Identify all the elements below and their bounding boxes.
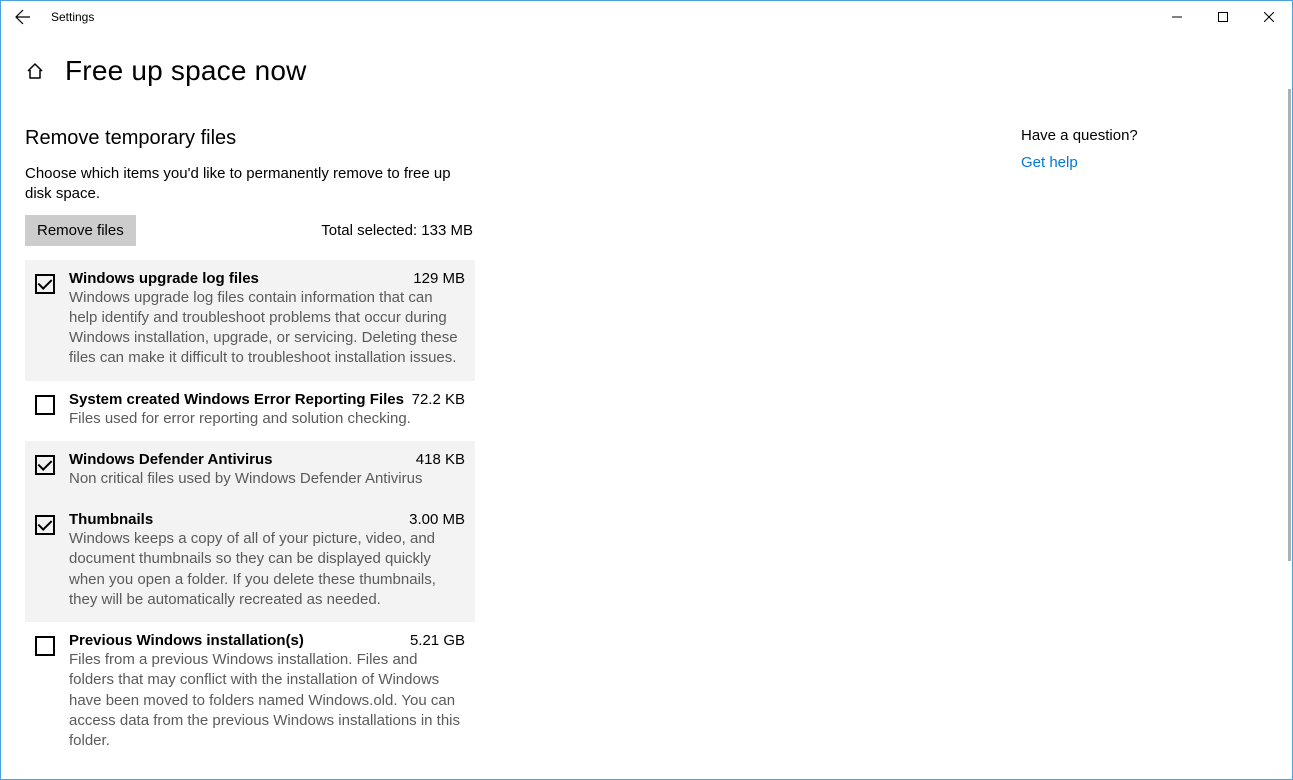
minimize-icon bbox=[1172, 12, 1182, 22]
item-size: 608 KB bbox=[416, 773, 465, 775]
item-title: Thumbnails bbox=[69, 511, 153, 528]
window-controls bbox=[1154, 1, 1292, 33]
help-sidebar: Have a question? Get help bbox=[689, 127, 1138, 775]
titlebar: Settings bbox=[1, 1, 1292, 33]
scrollbar-thumb[interactable] bbox=[1288, 89, 1291, 561]
home-icon bbox=[25, 61, 45, 81]
maximize-icon bbox=[1218, 12, 1228, 22]
item-size: 5.21 GB bbox=[410, 632, 465, 649]
file-item[interactable]: Windows Defender Antivirus 418 KBNon crit… bbox=[25, 441, 475, 501]
total-selected: Total selected: 133 MB bbox=[321, 222, 473, 239]
get-help-link[interactable]: Get help bbox=[1021, 154, 1138, 171]
item-checkbox[interactable] bbox=[35, 636, 55, 656]
item-description: Non critical files used by Windows Defen… bbox=[69, 469, 465, 489]
section-description: Choose which items you'd like to permane… bbox=[25, 164, 465, 205]
home-button[interactable] bbox=[23, 59, 47, 83]
item-size: 418 KB bbox=[416, 451, 465, 468]
item-description: Files used for error reporting and solut… bbox=[69, 409, 465, 429]
item-title: System created Windows Error Reporting F… bbox=[69, 391, 404, 408]
close-button[interactable] bbox=[1246, 1, 1292, 33]
close-icon bbox=[1264, 12, 1274, 22]
item-size: 129 MB bbox=[413, 270, 465, 287]
file-item[interactable]: Previous Windows installation(s) 5.21 GBF… bbox=[25, 622, 475, 763]
file-item[interactable]: Thumbnails 3.00 MBWindows keeps a copy of… bbox=[25, 501, 475, 622]
item-title: Temporary Internet Files bbox=[69, 773, 243, 775]
file-item[interactable]: System created Windows Error Reporting F… bbox=[25, 381, 475, 441]
item-checkbox[interactable] bbox=[35, 395, 55, 415]
item-description: Windows upgrade log files contain inform… bbox=[69, 288, 465, 369]
item-checkbox[interactable] bbox=[35, 455, 55, 475]
item-checkbox[interactable] bbox=[35, 274, 55, 294]
window-title: Settings bbox=[51, 10, 94, 24]
page-title: Free up space now bbox=[65, 55, 307, 87]
main-content: Remove temporary files Choose which item… bbox=[1, 127, 689, 775]
item-title: Previous Windows installation(s) bbox=[69, 632, 304, 649]
back-button[interactable] bbox=[1, 1, 45, 33]
item-title: Windows Defender Antivirus bbox=[69, 451, 273, 468]
minimize-button[interactable] bbox=[1154, 1, 1200, 33]
item-size: 3.00 MB bbox=[409, 511, 465, 528]
page-header: Free up space now bbox=[1, 33, 1292, 87]
help-question: Have a question? bbox=[1021, 127, 1138, 144]
item-size: 72.2 KB bbox=[412, 391, 465, 408]
file-item[interactable]: Windows upgrade log files 129 MBWindows u… bbox=[25, 260, 475, 381]
item-title: Windows upgrade log files bbox=[69, 270, 259, 287]
file-items-list: Windows upgrade log files 129 MBWindows u… bbox=[25, 260, 475, 776]
item-checkbox[interactable] bbox=[35, 515, 55, 535]
item-description: Windows keeps a copy of all of your pict… bbox=[69, 529, 465, 610]
section-title: Remove temporary files bbox=[25, 127, 689, 150]
remove-files-button[interactable]: Remove files bbox=[25, 215, 136, 246]
item-description: Files from a previous Windows installati… bbox=[69, 650, 465, 751]
file-item[interactable]: Temporary Internet Files608 KBThe Tempor… bbox=[25, 763, 475, 775]
arrow-left-icon bbox=[15, 9, 31, 25]
action-row: Remove files Total selected: 133 MB bbox=[25, 215, 473, 246]
maximize-button[interactable] bbox=[1200, 1, 1246, 33]
